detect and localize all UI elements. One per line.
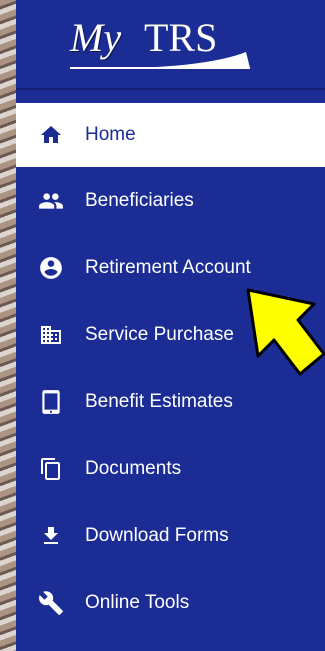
account-circle-icon <box>38 255 64 281</box>
download-icon <box>38 523 64 549</box>
people-icon <box>38 188 64 214</box>
sidebar-item-label: Retirement Account <box>85 256 251 278</box>
sidebar-item-label: Service Purchase <box>85 323 234 345</box>
sidebar-item-download-forms[interactable]: Download Forms <box>16 502 325 569</box>
sidebar-item-label: Download Forms <box>85 524 229 546</box>
pointer-arrow-annotation <box>246 288 325 376</box>
sidebar-item-label: Benefit Estimates <box>85 390 233 412</box>
logo-swoosh <box>70 52 250 69</box>
background-photo-strip <box>0 0 16 651</box>
tablet-icon <box>38 389 64 415</box>
sidebar-item-label: Home <box>85 124 136 145</box>
wrench-icon <box>38 590 64 616</box>
sidebar-item-label: Online Tools <box>85 591 190 613</box>
sidebar-item-online-tools[interactable]: Online Tools <box>16 569 325 636</box>
sidebar-item-documents[interactable]: Documents <box>16 435 325 502</box>
mytrs-logo[interactable]: My TRS <box>70 12 250 70</box>
sidebar-item-beneficiaries[interactable]: Beneficiaries <box>16 167 325 234</box>
documents-icon <box>38 456 64 482</box>
home-icon <box>38 122 64 148</box>
sidebar-item-home[interactable]: Home <box>16 103 325 167</box>
building-icon <box>38 322 64 348</box>
sidebar-item-label: Documents <box>85 457 182 479</box>
sidebar-item-label: Beneficiaries <box>85 189 194 211</box>
logo-header: My TRS <box>16 0 325 90</box>
